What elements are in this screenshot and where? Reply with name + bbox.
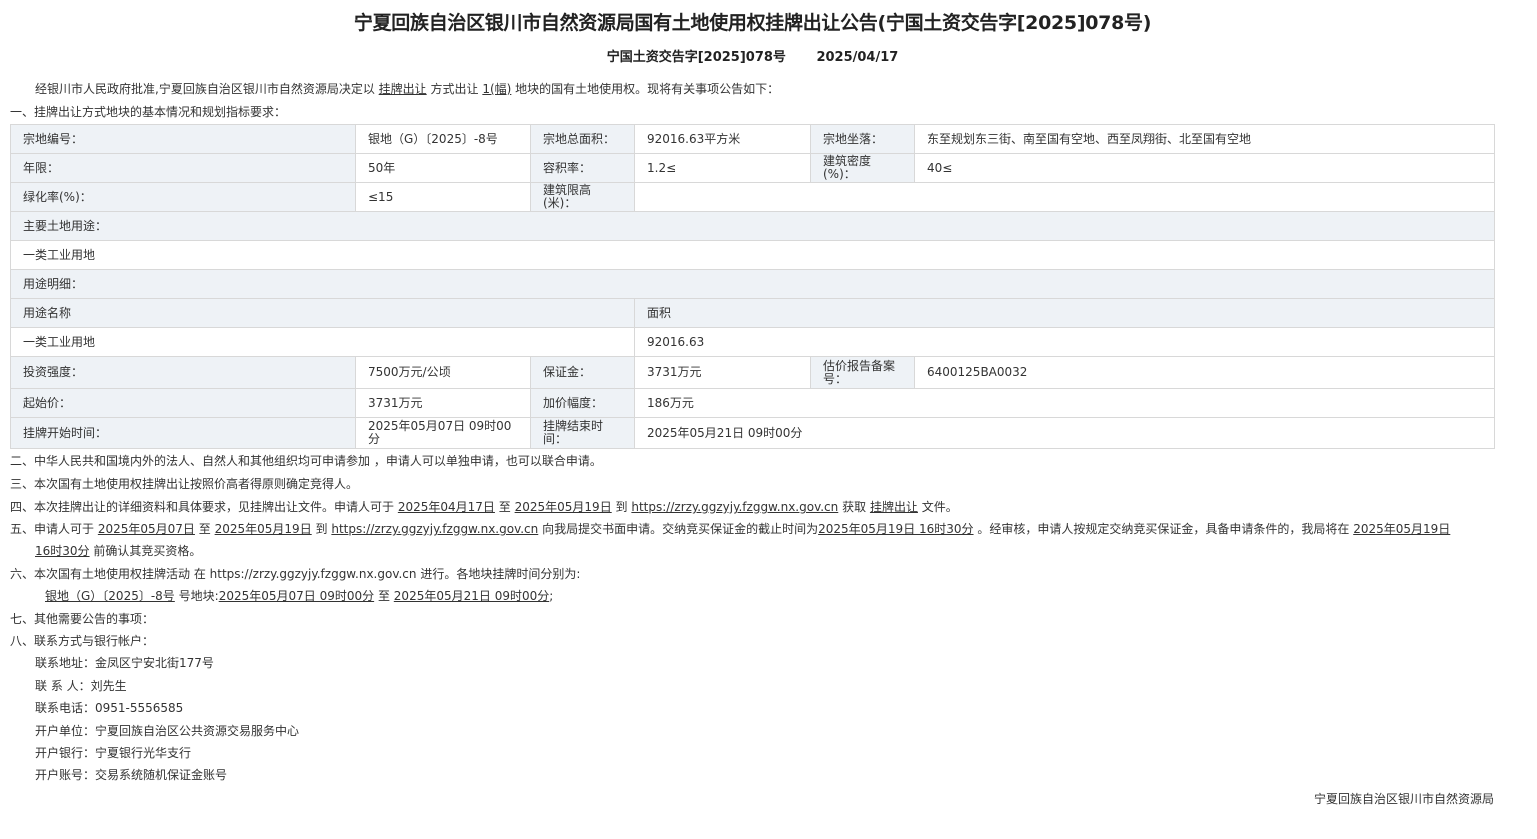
listing-start-label: 挂牌开始时间： bbox=[10, 417, 356, 449]
schedule-end: 2025年05月21日 09时00分 bbox=[393, 589, 550, 603]
invest-label: 投资强度： bbox=[10, 356, 356, 389]
height-value bbox=[634, 182, 1495, 212]
parcel-no-value: 银地（G）〔2025〕-8号 bbox=[355, 124, 531, 154]
use-name-header: 用途名称 bbox=[10, 298, 635, 328]
apply-url-link[interactable]: https://zrzy.ggzyjy.fzggw.nx.gov.cn bbox=[331, 522, 538, 536]
apply-end-date: 2025年05月19日 bbox=[214, 522, 312, 536]
doc-method: 挂牌出让 bbox=[869, 500, 918, 514]
area-label: 宗地总面积： bbox=[530, 124, 635, 154]
contact-person: 联 系 人：刘先生 bbox=[35, 679, 127, 693]
parcel-no-label: 宗地编号： bbox=[10, 124, 356, 154]
item-7: 七、其他需要公告的事项： bbox=[10, 612, 155, 626]
account-bank: 开户银行：宁夏银行光华支行 bbox=[35, 746, 192, 760]
table-row: 投资强度： 7500万元/公顷 保证金： 3731万元 估价报告备案号： 640… bbox=[10, 356, 1495, 389]
main-use-label: 主要土地用途： bbox=[10, 211, 1495, 241]
term-value: 50年 bbox=[355, 153, 531, 183]
deposit-deadline: 2025年05月19日 16时30分 bbox=[818, 522, 974, 536]
parcel-count: 1(幅) bbox=[482, 82, 512, 96]
start-price-label: 起始价： bbox=[10, 388, 356, 418]
increment-value: 186万元 bbox=[634, 388, 1495, 418]
height-label: 建筑限高(米)： bbox=[530, 182, 635, 212]
table-row: 用途明细： bbox=[10, 269, 1495, 299]
transfer-method: 挂牌出让 bbox=[378, 82, 427, 96]
schedule-parcel: 银地（G）〔2025〕-8号 bbox=[45, 589, 175, 603]
table-row: 年限： 50年 容积率： 1.2≤ 建筑密度(%)： 40≤ bbox=[10, 153, 1495, 183]
table-row: 一类工业用地 92016.63 bbox=[10, 327, 1495, 357]
confirm-time: 16时30分 bbox=[35, 544, 90, 558]
start-price-value: 3731万元 bbox=[355, 388, 531, 418]
account-unit: 开户单位：宁夏回族自治区公共资源交易服务中心 bbox=[35, 724, 300, 738]
document-number: 宁国土资交告字[2025]078号 bbox=[606, 50, 786, 65]
green-label: 绿化率(%)： bbox=[10, 182, 356, 212]
schedule-start: 2025年05月07日 09时00分 bbox=[218, 589, 375, 603]
item-4: 四、本次挂牌出让的详细资料和具体要求，见挂牌出让文件。申请人可于 2025年04… bbox=[10, 500, 958, 514]
location-label: 宗地坐落： bbox=[810, 124, 915, 154]
item-6-schedule: 银地（G）〔2025〕-8号 号地块:2025年05月07日 09时00分 至 … bbox=[45, 589, 554, 603]
density-value: 40≤ bbox=[914, 153, 1495, 183]
confirm-date: 2025年05月19日 bbox=[1353, 522, 1451, 536]
main-use-value: 一类工业用地 bbox=[10, 240, 1495, 270]
use-name-value: 一类工业用地 bbox=[10, 327, 635, 357]
item-5-continued: 16时30分 前确认其竞买资格。 bbox=[35, 544, 202, 558]
item-8: 八、联系方式与银行帐户： bbox=[10, 634, 155, 648]
table-row: 一类工业用地 bbox=[10, 240, 1495, 270]
section-heading-1: 一、挂牌出让方式地块的基本情况和规划指标要求： bbox=[10, 105, 287, 119]
publish-date: 2025/04/17 bbox=[816, 50, 899, 65]
use-area-header: 面积 bbox=[634, 298, 1495, 328]
area-value: 92016.63平方米 bbox=[634, 124, 811, 154]
deposit-label: 保证金： bbox=[530, 356, 635, 389]
table-row: 起始价： 3731万元 加价幅度： 186万元 bbox=[10, 388, 1495, 418]
use-detail-label: 用途明细： bbox=[10, 269, 1495, 299]
contact-address: 联系地址：金凤区宁安北街177号 bbox=[35, 656, 214, 670]
item-3: 三、本次国有土地使用权挂牌出让按照价高者得原则确定竞得人。 bbox=[10, 477, 359, 491]
deposit-value: 3731万元 bbox=[634, 356, 811, 389]
listing-end-label: 挂牌结束时间： bbox=[530, 417, 635, 449]
doc-start-date: 2025年04月17日 bbox=[397, 500, 495, 514]
invest-value: 7500万元/公顷 bbox=[355, 356, 531, 389]
page-subtitle: 宁国土资交告字[2025]078号 2025/04/17 bbox=[0, 46, 1505, 65]
issuer-signature: 宁夏回族自治区银川市自然资源局 bbox=[1313, 792, 1494, 806]
appraisal-value: 6400125BA0032 bbox=[914, 356, 1495, 389]
listing-start-value: 2025年05月07日 09时00分 bbox=[355, 417, 531, 449]
table-row: 挂牌开始时间： 2025年05月07日 09时00分 挂牌结束时间： 2025年… bbox=[10, 417, 1495, 449]
item-6: 六、本次国有土地使用权挂牌活动 在 https://zrzy.ggzyjy.fz… bbox=[10, 567, 581, 581]
table-row: 绿化率(%)： ≤15 建筑限高(米)： bbox=[10, 182, 1495, 212]
table-row: 用途名称 面积 bbox=[10, 298, 1495, 328]
appraisal-label: 估价报告备案号： bbox=[810, 356, 915, 389]
parcel-info-table: 宗地编号： 银地（G）〔2025〕-8号 宗地总面积： 92016.63平方米 … bbox=[10, 124, 1495, 449]
contact-phone: 联系电话：0951-5556585 bbox=[35, 701, 184, 715]
density-label: 建筑密度(%)： bbox=[810, 153, 915, 183]
increment-label: 加价幅度： bbox=[530, 388, 635, 418]
intro-paragraph: 经银川市人民政府批准,宁夏回族自治区银川市自然资源局决定以 挂牌出让 方式出让 … bbox=[35, 82, 780, 96]
doc-url-link[interactable]: https://zrzy.ggzyjy.fzggw.nx.gov.cn bbox=[631, 500, 838, 514]
page-title: 宁夏回族自治区银川市自然资源局国有土地使用权挂牌出让公告(宁国土资交告字[202… bbox=[353, 12, 1152, 34]
doc-end-date: 2025年05月19日 bbox=[514, 500, 612, 514]
far-value: 1.2≤ bbox=[634, 153, 811, 183]
item-5: 五、申请人可于 2025年05月07日 至 2025年05月19日 到 http… bbox=[10, 522, 1451, 536]
apply-start-date: 2025年05月07日 bbox=[97, 522, 195, 536]
use-area-value: 92016.63 bbox=[634, 327, 1495, 357]
location-value: 东至规划东三街、南至国有空地、西至凤翔街、北至国有空地 bbox=[914, 124, 1495, 154]
green-value: ≤15 bbox=[355, 182, 531, 212]
far-label: 容积率： bbox=[530, 153, 635, 183]
term-label: 年限： bbox=[10, 153, 356, 183]
table-row: 宗地编号： 银地（G）〔2025〕-8号 宗地总面积： 92016.63平方米 … bbox=[10, 124, 1495, 154]
table-row: 主要土地用途： bbox=[10, 211, 1495, 241]
item-2: 二、中华人民共和国境内外的法人、自然人和其他组织均可申请参加 ，申请人可以单独申… bbox=[10, 454, 602, 468]
account-number: 开户账号：交易系统随机保证金账号 bbox=[35, 768, 228, 782]
listing-end-value: 2025年05月21日 09时00分 bbox=[634, 417, 1495, 449]
